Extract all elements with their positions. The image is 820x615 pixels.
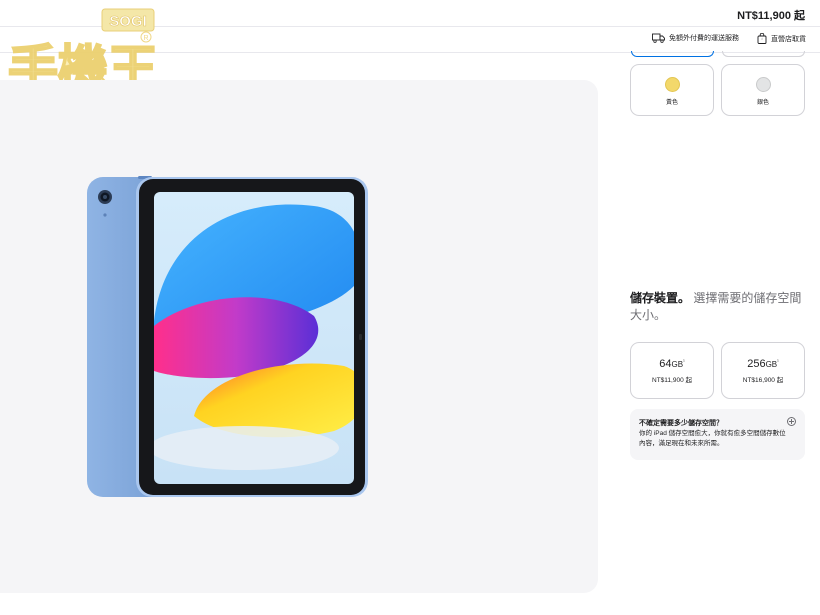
color-label: 銀色 — [756, 100, 769, 106]
capacity: 256GB¹ — [722, 358, 804, 370]
shipping-label: 免額外付費的運送服務 — [669, 35, 739, 42]
yellow-swatch — [665, 77, 680, 92]
truck-icon — [652, 33, 665, 43]
storage-help-box[interactable]: 不確定需要多少儲存空間？ 你的 iPad 儲存空間愈大，你就有愈多空間儲存數位內… — [630, 409, 805, 460]
page: NT$11,900 起 免額外付費的運送服務 直營店取貨 SOGI R 手機王 … — [0, 0, 820, 615]
capacity-unit: GB — [671, 360, 684, 369]
storage-heading-strong: 儲存裝置。 — [630, 291, 691, 305]
capacity-unit: GB — [765, 360, 778, 369]
card-edge — [722, 51, 805, 57]
ipad-product-image — [87, 176, 368, 497]
storage-heading: 儲存裝置。 選擇需要的儲存空間大小。 — [630, 290, 810, 324]
help-title: 不確定需要多少儲存空間？ — [639, 420, 723, 427]
capacity: 64GB¹ — [631, 358, 713, 370]
storage-option-256gb[interactable]: 256GB¹ NT$16,900 起 — [721, 342, 805, 399]
pickup-label: 直營店取貨 — [771, 35, 806, 43]
color-label: 黃色 — [665, 100, 678, 106]
color-option-silver[interactable]: 銀色 — [721, 64, 805, 116]
shipping-link[interactable]: 免額外付費的運送服務 — [652, 33, 739, 43]
footnote-mark: ¹ — [683, 358, 685, 365]
starting-price: NT$11,900 起 — [737, 10, 805, 22]
capacity-value: 64 — [659, 358, 672, 370]
expand-plus-icon[interactable] — [787, 417, 796, 426]
storage-option-64gb[interactable]: 64GB¹ NT$11,900 起 — [630, 342, 714, 399]
pickup-link[interactable]: 直營店取貨 — [757, 33, 806, 44]
color-option-yellow[interactable]: 黃色 — [630, 64, 714, 116]
storage-price: NT$16,900 起 — [742, 377, 784, 384]
storage-price: NT$11,900 起 — [652, 377, 692, 384]
capacity-value: 256 — [747, 358, 766, 370]
help-body: 你的 iPad 儲存空間愈大，你就有愈多空間儲存數位內容，滿足現在和未來所需。 — [639, 430, 786, 447]
selected-card-edge — [631, 51, 714, 57]
footnote-mark: ¹ — [777, 358, 779, 365]
svg-text:SOGI: SOGI — [109, 13, 147, 30]
product-image-panel — [0, 80, 598, 593]
silver-swatch — [756, 77, 771, 92]
shopping-bag-icon — [757, 33, 767, 44]
